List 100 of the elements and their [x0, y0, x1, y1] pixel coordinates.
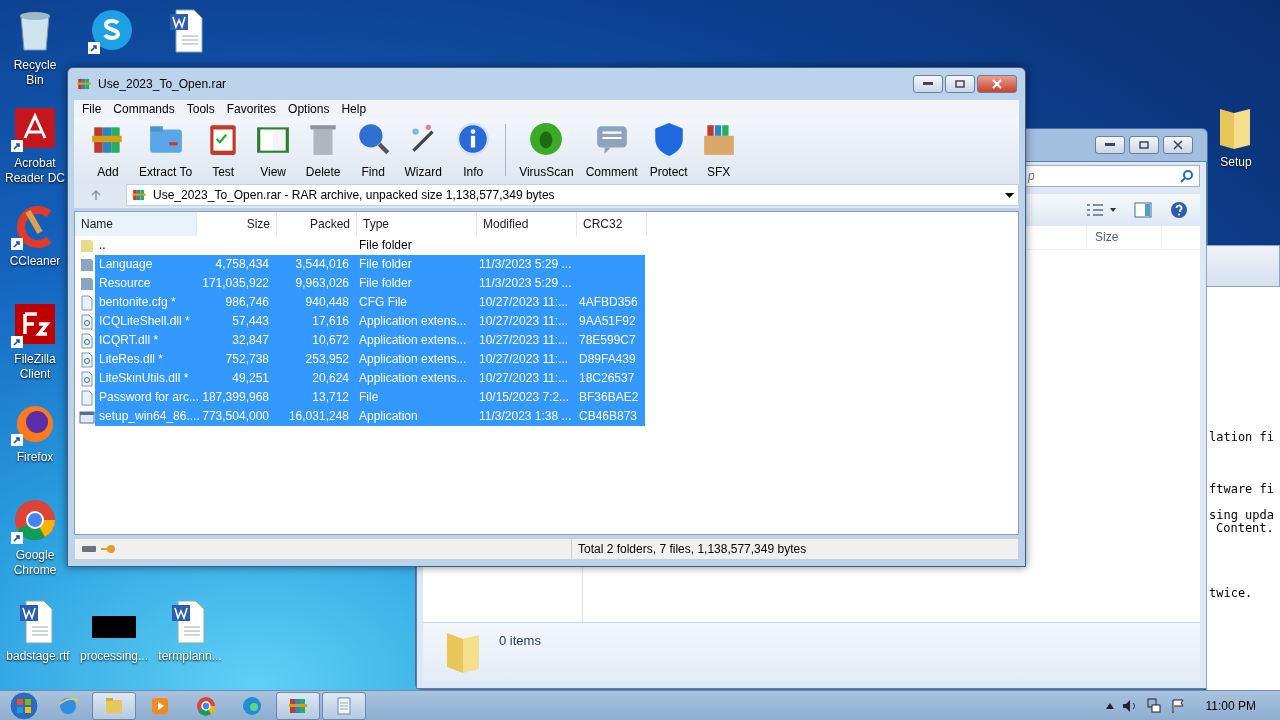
toolbar-button[interactable]: Delete [299, 121, 348, 179]
table-cell-text: .. [98, 237, 107, 254]
table-cell-text: 20,624 [311, 370, 350, 387]
table-cell-text: 11/3/2023 1:38 ... [478, 408, 573, 425]
table-cell-text: LiteSkinUtils.dll * [98, 370, 190, 387]
network-icon[interactable] [1145, 697, 1162, 714]
desktop-icon-label[interactable]: Setup [1220, 155, 1252, 170]
table-cell-text: 17,616 [311, 313, 350, 330]
desktop-icon-label[interactable]: Acrobat Reader DC [4, 156, 66, 186]
item-count: 0 items [499, 633, 541, 648]
table-cell-text: 16,031,248 [287, 408, 350, 425]
toolbar-button[interactable]: VirusScan [514, 121, 579, 179]
taskbar-button[interactable] [322, 691, 366, 720]
status-text: Total 2 folders, 7 files, 1,138,577,349 bytes [571, 539, 1018, 559]
text-line: twice. [1208, 587, 1253, 600]
window-icon [79, 408, 95, 425]
table-cell-text: 10/27/2023 11:... [478, 294, 570, 311]
taskbar-button[interactable] [92, 691, 136, 720]
shortcut-arrow-icon [11, 336, 23, 348]
table-cell-text: File folder [358, 237, 413, 254]
desktop-icon-label[interactable]: Recycle Bin [4, 58, 66, 88]
table-cell-text: Resource [98, 275, 152, 292]
tray-expand-icon[interactable] [1105, 702, 1114, 709]
toolbar-button[interactable]: SFX [694, 121, 743, 179]
table-cell-text: 78E599C7 [578, 332, 637, 349]
menu-item[interactable]: File [76, 100, 108, 118]
text-line: sing upda [1208, 509, 1275, 522]
menu-item[interactable]: Favorites [220, 100, 283, 118]
desktop-icon-label[interactable]: FileZilla Client [4, 352, 66, 382]
column-header[interactable]: Size [1086, 226, 1162, 249]
column-header[interactable]: Name [75, 212, 197, 236]
view-options-icon[interactable] [1086, 203, 1116, 217]
gear-file-icon [79, 313, 95, 330]
table-cell-text: 10/27/2023 11:... [478, 332, 570, 349]
gear-file-icon [79, 370, 95, 387]
menu-item[interactable]: Options [282, 100, 336, 118]
table-cell-text: D89FA439 [578, 351, 637, 368]
table-cell-text: Application extens... [358, 351, 468, 368]
table-cell-text: 752,738 [224, 351, 270, 368]
menu-item[interactable]: Help [335, 100, 373, 118]
table-cell-text: 49,251 [231, 370, 270, 387]
table-cell-text: 10/27/2023 11:... [478, 370, 570, 387]
toolbar-button[interactable]: Add [84, 121, 132, 179]
close-button[interactable] [1163, 136, 1193, 154]
desktop-icon-label[interactable]: CCleaner [9, 254, 61, 269]
close-button[interactable] [977, 75, 1017, 93]
table-cell-text: CB46B873 [578, 408, 639, 425]
clock[interactable]: 11:00 PM [1205, 698, 1256, 713]
close-icon [1173, 140, 1183, 150]
table-cell-text: File folder [358, 275, 413, 292]
maximize-button[interactable] [1129, 136, 1159, 154]
table-cell-text: 13,712 [311, 389, 350, 406]
toolbar-button[interactable]: Extract To [134, 121, 198, 179]
minimize-button[interactable] [1095, 136, 1125, 154]
menu-item[interactable]: Commands [107, 100, 181, 118]
text-line: ftware fi [1208, 483, 1275, 496]
folder-icon [79, 237, 95, 254]
key-icon [100, 544, 116, 554]
table-cell-text: File [358, 389, 380, 406]
table-cell-text: 9AA51F92 [578, 313, 637, 330]
table-cell-text: Application extens... [358, 332, 468, 349]
toolbar-button[interactable]: View [249, 121, 298, 179]
table-cell-text: CFG File [358, 294, 408, 311]
help-icon[interactable] [1170, 201, 1188, 219]
table-cell-text: Application extens... [358, 370, 468, 387]
table-cell-text: 9,963,026 [294, 275, 350, 292]
taskbar-button[interactable] [276, 691, 320, 720]
maximize-button[interactable] [945, 75, 975, 93]
table-cell-text: 11/3/2023 5:29 ... [478, 256, 573, 273]
minimize-button[interactable] [913, 75, 943, 93]
table-cell-text: 11/3/2023 5:29 ... [478, 275, 573, 292]
shortcut-arrow-icon [88, 42, 100, 54]
toolbar-button[interactable]: Comment [580, 121, 643, 179]
toolbar-button[interactable]: Info [449, 121, 498, 179]
table-cell-text: LiteRes.dll * [98, 351, 165, 368]
table-cell-text: bentonite.cfg * [98, 294, 177, 311]
menu-item[interactable]: Tools [180, 100, 221, 118]
speaker-icon[interactable] [1121, 698, 1138, 713]
flag-icon[interactable] [1169, 697, 1186, 714]
preview-pane-icon[interactable] [1134, 202, 1152, 218]
table-cell-text: 940,448 [304, 294, 350, 311]
toolbar-button[interactable]: Wizard [399, 121, 448, 179]
file-row[interactable]: .. File folder [95, 236, 645, 255]
dropdown-arrow-icon [1005, 192, 1014, 198]
table-cell-text: 10/27/2023 11:... [478, 351, 570, 368]
maximize-icon [1139, 141, 1149, 149]
toolbar-button[interactable]: Find [349, 121, 398, 179]
minimize-icon [1105, 143, 1115, 147]
shortcut-arrow-icon [11, 140, 23, 152]
info-icon [455, 121, 492, 157]
table-cell-text: 10,672 [311, 332, 350, 349]
table-cell-text: Application [358, 408, 419, 425]
table-cell-text: 4AFBD356 [578, 294, 639, 311]
toolbar-button[interactable]: Protect [644, 121, 693, 179]
table-cell-text: BF36BAE2 [578, 389, 640, 406]
path-field[interactable]: Use_2023_To_Open.rar - RAR archive, unpacked size 1,138,577,349 bytes [126, 184, 1019, 206]
search-field[interactable]: p [1024, 165, 1200, 187]
toolbar-button[interactable]: Test [199, 121, 248, 179]
search-icon [1180, 169, 1193, 183]
chrome-icon [195, 694, 217, 717]
